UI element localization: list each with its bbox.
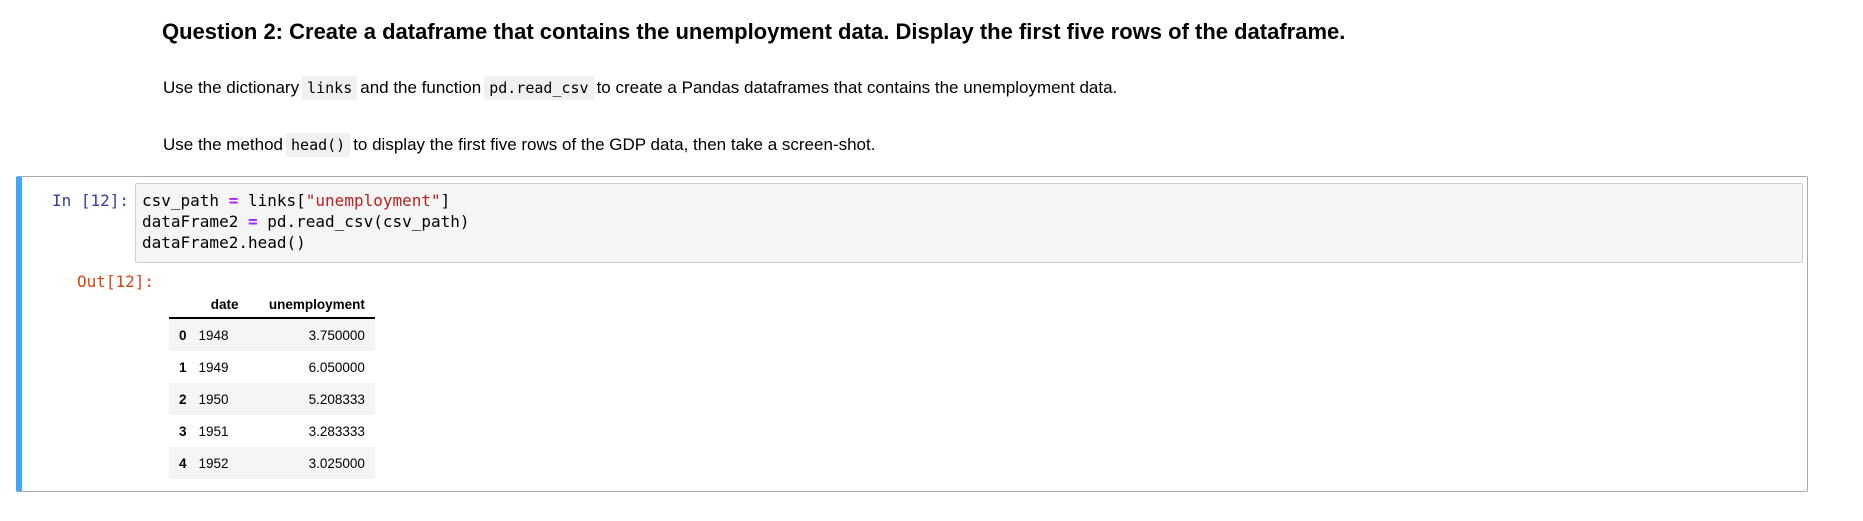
code-token: csv_path <box>142 191 229 210</box>
row-index: 2 <box>179 391 187 407</box>
inline-code: head() <box>286 133 351 157</box>
code-token: ] <box>440 191 451 210</box>
cell-unemployment: 3.750000 <box>308 327 365 343</box>
cell-date: 1949 <box>198 359 229 375</box>
code-token: dataFrame2.head() <box>142 233 306 252</box>
cell-date: 1951 <box>198 423 229 439</box>
column-header-unemployment: unemployment <box>248 292 375 319</box>
index-header <box>169 292 193 319</box>
cell-date: 1948 <box>198 327 229 343</box>
header-row: date unemployment <box>169 292 375 319</box>
code-token: links[ <box>238 191 306 210</box>
cell-unemployment: 6.050000 <box>308 359 365 375</box>
text: and the function <box>360 78 482 97</box>
instruction-paragraph-1: Use the dictionary links and the function p… <box>163 76 1118 100</box>
code-token: pd.read_csv(csv_path) <box>257 212 470 231</box>
table-row: 3 1951 3.283333 <box>169 415 375 447</box>
inline-code: pd.read_csv <box>484 76 594 100</box>
table-row: 2 1950 5.208333 <box>169 383 375 415</box>
code-operator: = <box>247 212 258 231</box>
cell-unemployment: 3.283333 <box>308 423 365 439</box>
inline-code: links <box>302 76 358 100</box>
table-row: 1 1949 6.050000 <box>169 351 375 383</box>
table-row: 0 1948 3.750000 <box>169 318 375 351</box>
code-token: dataFrame2 <box>142 212 248 231</box>
text: to display the first five rows of the GD… <box>353 135 876 154</box>
row-index: 3 <box>179 423 187 439</box>
text: Use the method <box>163 135 284 154</box>
question-heading: Question 2: Create a dataframe that cont… <box>162 19 1346 44</box>
instruction-paragraph-2: Use the method head() to display the first… <box>163 133 876 157</box>
cell-date: 1952 <box>198 455 229 471</box>
dataframe-table: date unemployment 0 1948 3.750000 1 1949 6.05… <box>169 292 375 479</box>
cell-date: 1950 <box>198 391 229 407</box>
input-prompt: In [12]: <box>52 191 130 210</box>
column-header-date: date <box>192 292 249 319</box>
output-prompt: Out[12]: <box>77 272 155 291</box>
row-index: 0 <box>179 327 187 343</box>
row-index: 1 <box>179 359 187 375</box>
cell-unemployment: 3.025000 <box>308 455 365 471</box>
code-string: "unemployment" <box>305 191 441 210</box>
row-index: 4 <box>179 455 187 471</box>
text: to create a Pandas dataframes that conta… <box>596 78 1118 97</box>
table-row: 4 1952 3.025000 <box>169 447 375 479</box>
code-editor[interactable]: csv_path = links["unemployment"] dataFra… <box>135 183 1803 263</box>
code-operator: = <box>228 191 239 210</box>
text: Use the dictionary <box>163 78 300 97</box>
cell-unemployment: 5.208333 <box>308 391 365 407</box>
